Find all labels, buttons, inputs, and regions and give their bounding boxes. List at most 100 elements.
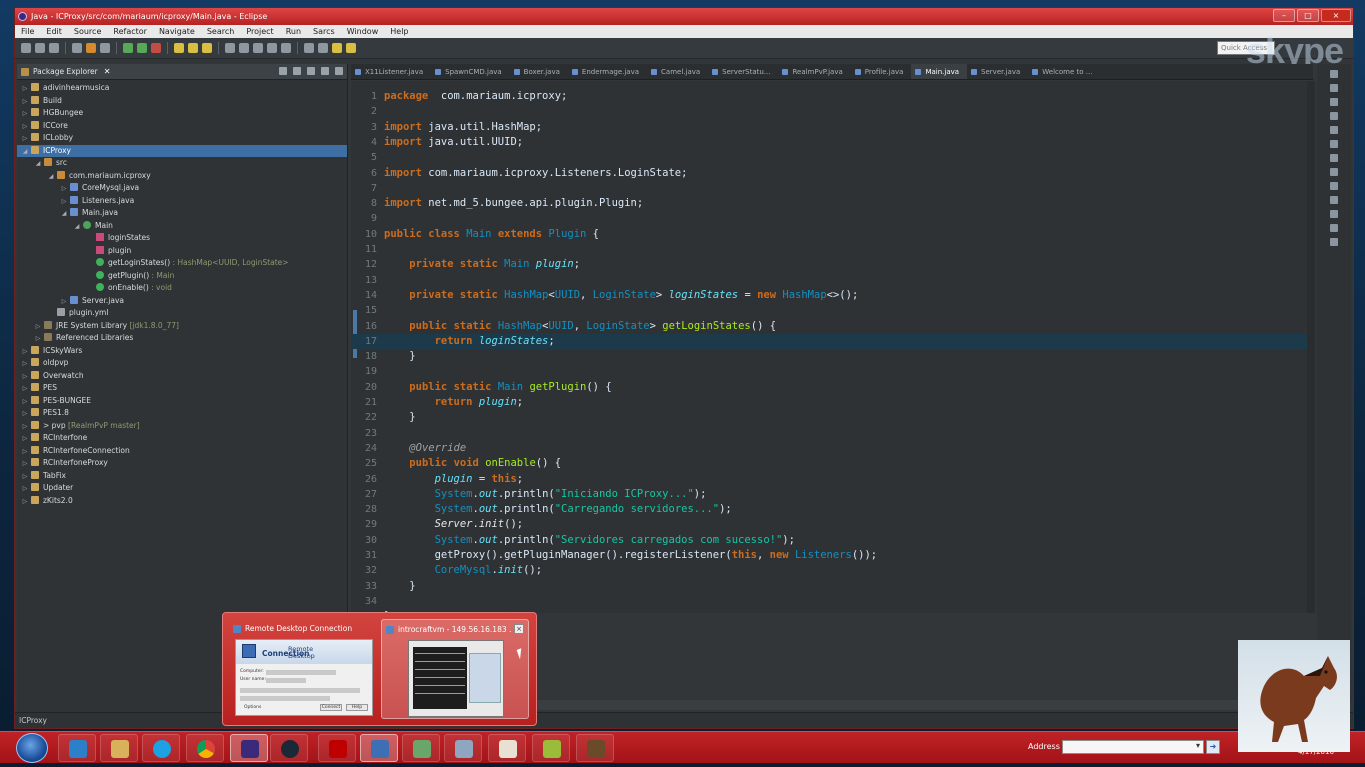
run-icon[interactable] (137, 43, 147, 53)
editor-tab[interactable]: Welcome to ... (1028, 64, 1100, 79)
taskbar-skype[interactable] (142, 734, 180, 762)
open-type-icon[interactable] (225, 43, 235, 53)
view-menu-icon[interactable] (307, 67, 315, 75)
editor-tab[interactable]: Endermage.java (568, 64, 647, 79)
new-java-project-icon[interactable] (174, 43, 184, 53)
editor-tab[interactable]: Camel.java (647, 64, 708, 79)
print-icon[interactable] (72, 43, 82, 53)
tree-item[interactable]: ▷ RCInterfone (17, 432, 347, 445)
collapsed-arrow-icon[interactable]: ▷ (21, 496, 29, 509)
tree-item[interactable]: plugin (17, 245, 347, 258)
menu-refactor[interactable]: Refactor (113, 27, 147, 36)
editor-vertical-scrollbar[interactable] (1307, 81, 1315, 613)
console-icon[interactable] (1330, 140, 1338, 148)
external-tools-icon[interactable] (151, 43, 161, 53)
tree-item[interactable]: ▷ PES1.8 (17, 407, 347, 420)
menu-sarcs[interactable]: Sarcs (313, 27, 335, 36)
menu-edit[interactable]: Edit (46, 27, 62, 36)
back-icon[interactable] (332, 43, 342, 53)
next-annotation-icon[interactable] (304, 43, 314, 53)
tree-item[interactable]: ◢ com.mariaum.icproxy (17, 170, 347, 183)
show-whitespace-icon[interactable] (281, 43, 291, 53)
tree-item[interactable]: ◢ Main.java (17, 207, 347, 220)
taskbar-filezilla[interactable] (318, 734, 356, 762)
tree-item[interactable]: ▷ Build (17, 95, 347, 108)
tree-item[interactable]: getLoginStates() : HashMap<UUID, LoginSt… (17, 257, 347, 270)
task-list-icon[interactable] (1330, 84, 1338, 92)
tree-item[interactable]: ▷ > pvp [RealmPvP master] (17, 420, 347, 433)
editor-tab[interactable]: X11Listener.java (351, 64, 431, 79)
debug-icon[interactable] (123, 43, 133, 53)
thumbnail-remote-desktop[interactable]: Remote Desktop Connection Remote Desktop… (229, 619, 377, 719)
package-explorer-header[interactable]: Package Explorer ✕ (17, 64, 347, 80)
taskbar-minecraft[interactable] (576, 734, 614, 762)
menu-search[interactable]: Search (207, 27, 234, 36)
forward-icon[interactable] (346, 43, 356, 53)
taskbar-steam[interactable] (270, 734, 308, 762)
title-bar[interactable]: Java - ICProxy/src/com/mariaum/icproxy/M… (15, 8, 1353, 25)
tree-item[interactable]: ▷ zKits2.0 (17, 495, 347, 508)
tree-item[interactable]: ▷ Server.java (17, 295, 347, 308)
tree-item[interactable]: ▷ ICLobby (17, 132, 347, 145)
address-input[interactable] (1062, 740, 1204, 754)
new-package-icon[interactable] (188, 43, 198, 53)
tree-item[interactable]: getPlugin() : Main (17, 270, 347, 283)
taskbar-calculator[interactable] (444, 734, 482, 762)
build-icon[interactable] (86, 43, 96, 53)
menu-source[interactable]: Source (74, 27, 101, 36)
toggle-block-icon[interactable] (267, 43, 277, 53)
javadoc-icon[interactable] (1330, 112, 1338, 120)
tree-item[interactable]: ▷ CoreMysql.java (17, 182, 347, 195)
taskbar-eclipse[interactable] (230, 734, 268, 762)
taskbar-app-green[interactable] (532, 734, 570, 762)
tree-item[interactable]: ◢ src (17, 157, 347, 170)
link-editor-icon[interactable] (293, 67, 301, 75)
outline-icon[interactable] (1330, 70, 1338, 78)
tree-item[interactable]: ▷ ICSkyWars (17, 345, 347, 358)
menu-help[interactable]: Help (390, 27, 408, 36)
tree-item[interactable]: ◢ Main (17, 220, 347, 233)
tree-item[interactable]: ▷ TabFix (17, 470, 347, 483)
tree-item[interactable]: loginStates (17, 232, 347, 245)
taskbar-java[interactable] (488, 734, 526, 762)
code-editor[interactable]: 1 package com.mariaum.icproxy; 2 3 import ja… (351, 81, 1313, 613)
new-icon[interactable] (21, 43, 31, 53)
editor-tab[interactable]: SpawnCMD.java (431, 64, 510, 79)
taskbar-explorer[interactable] (100, 734, 138, 762)
menu-file[interactable]: File (21, 27, 34, 36)
taskbar-network-app[interactable] (402, 734, 440, 762)
previous-annotation-icon[interactable] (318, 43, 328, 53)
minimize-button[interactable]: – (1273, 9, 1295, 22)
menu-run[interactable]: Run (286, 27, 301, 36)
taskbar-security-app[interactable] (58, 734, 96, 762)
markers-icon[interactable] (1330, 196, 1338, 204)
tree-item[interactable]: ▷ Overwatch (17, 370, 347, 383)
tree-item[interactable]: onEnable() : void (17, 282, 347, 295)
collapse-all-icon[interactable] (279, 67, 287, 75)
tree-item[interactable]: plugin.yml (17, 307, 347, 320)
editor-tab[interactable]: Main.java (911, 64, 968, 79)
servers-icon[interactable] (1330, 224, 1338, 232)
history-icon[interactable] (1330, 182, 1338, 190)
tree-item[interactable]: ▷ Referenced Libraries (17, 332, 347, 345)
tree-item[interactable]: ▷ ICCore (17, 120, 347, 133)
maximize-button[interactable]: □ (1297, 9, 1319, 22)
tree-item[interactable]: ▷ PES-BUNGEE (17, 395, 347, 408)
tree-item[interactable]: ▷ HGBungee (17, 107, 347, 120)
progress-icon[interactable] (1330, 154, 1338, 162)
menu-navigate[interactable]: Navigate (159, 27, 195, 36)
editor-tab[interactable]: RealmPvP.java (778, 64, 850, 79)
tree-item[interactable]: ▷ JRE System Library [jdk1.8.0_77] (17, 320, 347, 333)
save-all-icon[interactable] (49, 43, 59, 53)
address-go-button[interactable]: ➜ (1206, 740, 1220, 754)
tree-item[interactable]: ▷ Updater (17, 482, 347, 495)
declaration-icon[interactable] (1330, 126, 1338, 134)
close-view-icon[interactable]: ✕ (104, 67, 111, 76)
tree-item[interactable]: ▷ Listeners.java (17, 195, 347, 208)
editor-tab[interactable]: Server.java (967, 64, 1028, 79)
git-icon[interactable] (1330, 210, 1338, 218)
menu-project[interactable]: Project (246, 27, 273, 36)
tree-item[interactable]: ▷ RCInterfoneConnection (17, 445, 347, 458)
tree-item[interactable]: ▷ oldpvp (17, 357, 347, 370)
tree-item[interactable]: ▷ RCInterfoneProxy (17, 457, 347, 470)
